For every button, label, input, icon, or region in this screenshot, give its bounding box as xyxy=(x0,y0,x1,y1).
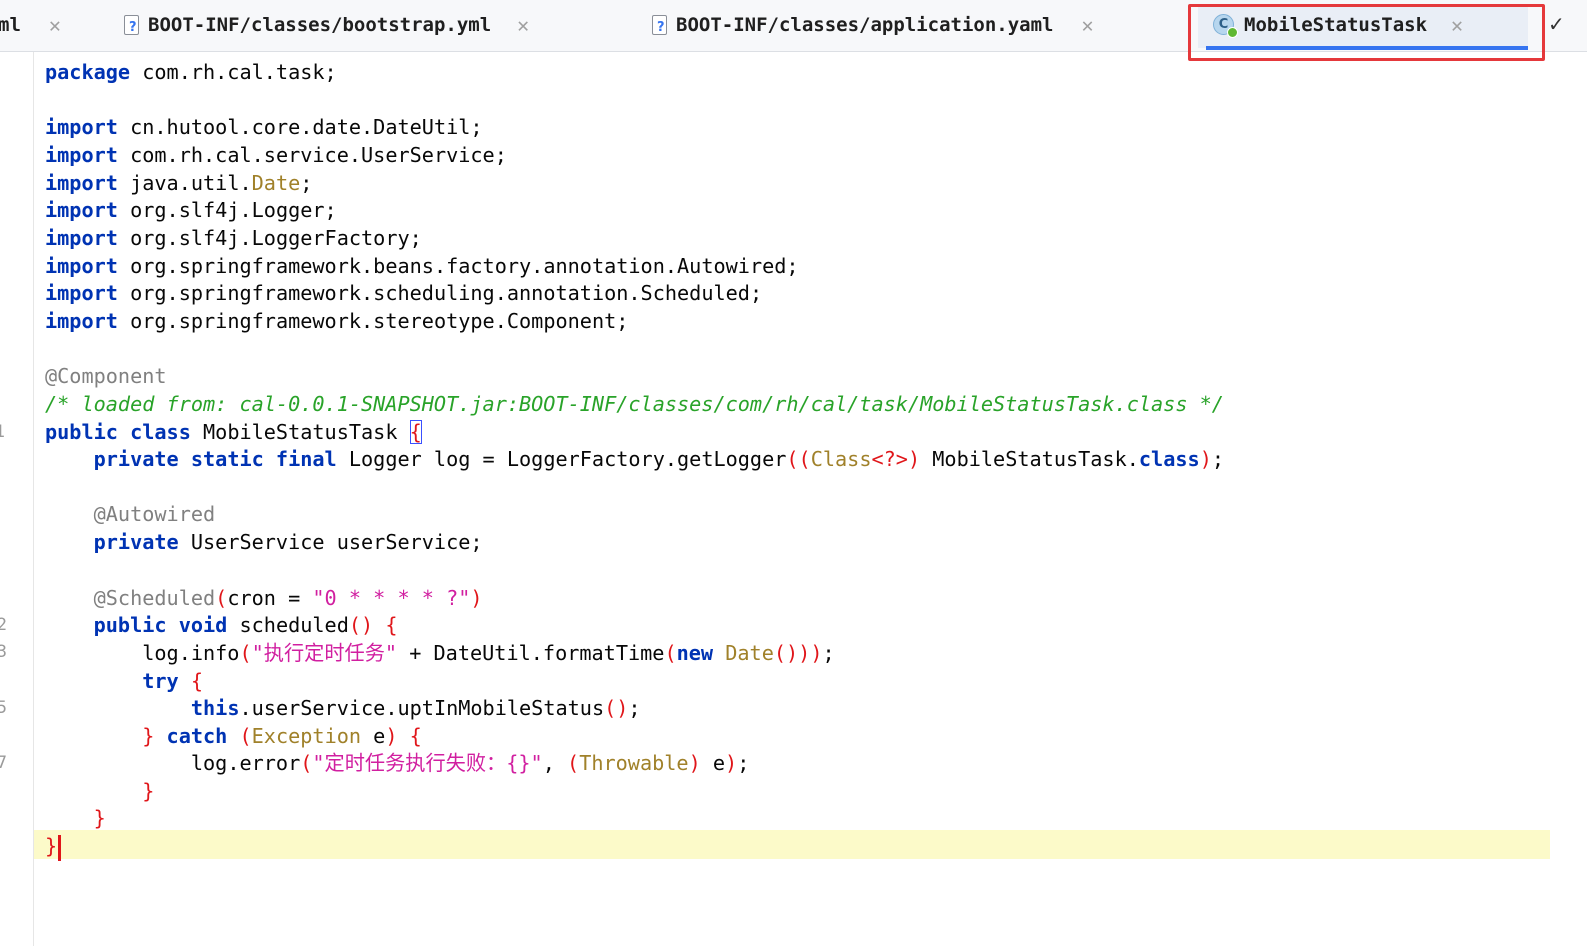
code-line: import org.slf4j.LoggerFactory; xyxy=(45,226,422,250)
unknown-file-icon: ? xyxy=(650,14,668,36)
tab-yml-partial[interactable]: ml ✕ xyxy=(0,0,61,50)
code-line: @Autowired xyxy=(93,502,216,526)
line-number: 3 xyxy=(0,642,7,662)
code-line: /* loaded from: cal-0.0.1-SNAPSHOT.jar:B… xyxy=(45,392,1224,416)
tab-label: ml xyxy=(0,14,21,36)
code-line: public void scheduled() { xyxy=(93,613,398,637)
code-line: } xyxy=(45,832,62,861)
tab-application-yaml[interactable]: ? BOOT-INF/classes/application.yaml ✕ xyxy=(650,0,1094,50)
editor-tab-bar: ml ✕ ? BOOT-INF/classes/bootstrap.yml ✕ … xyxy=(0,0,1587,61)
current-line-highlight xyxy=(34,830,1550,859)
tab-label: BOOT-INF/classes/application.yaml xyxy=(676,14,1054,36)
code-line: import org.springframework.stereotype.Co… xyxy=(45,309,629,333)
text-caret xyxy=(58,834,62,861)
code-line: @Scheduled(cron = "0 * * * * ?") xyxy=(93,586,483,610)
code-line: @Component xyxy=(45,364,167,388)
code-line: log.error("定时任务执行失败：{}", (Throwable) e); xyxy=(190,751,750,775)
line-number: 2 xyxy=(0,615,7,635)
code-line: private static final Logger log = Logger… xyxy=(93,447,1224,471)
code-line: import cn.hutool.core.date.DateUtil; xyxy=(45,115,483,139)
code-line: public class MobileStatusTask { xyxy=(45,420,422,444)
code-line: this.userService.uptInMobileStatus(); xyxy=(190,696,641,720)
code-line: try { xyxy=(142,669,204,693)
editor-scrollbar[interactable] xyxy=(1550,52,1587,946)
chevron-down-icon[interactable]: ✓ xyxy=(1548,12,1565,36)
unknown-file-icon: ? xyxy=(122,14,140,36)
code-line: log.info("执行定时任务" + DateUtil.formatTime(… xyxy=(142,641,835,665)
code-line: private UserService userService; xyxy=(93,530,483,554)
code-line: import org.slf4j.Logger; xyxy=(45,198,337,222)
line-number: 5 xyxy=(0,698,7,718)
line-number: 1 xyxy=(0,422,5,442)
tab-bootstrap-yml[interactable]: ? BOOT-INF/classes/bootstrap.yml ✕ xyxy=(122,0,529,50)
code-line: } xyxy=(142,779,155,803)
close-icon[interactable]: ✕ xyxy=(517,13,529,37)
line-number-gutter: 1 2 3 5 7 xyxy=(0,52,34,946)
code-line: } catch (Exception e) { xyxy=(142,724,422,748)
code-editor[interactable]: package com.rh.cal.task; import cn.hutoo… xyxy=(34,52,1550,946)
code-line: import org.springframework.scheduling.an… xyxy=(45,281,763,305)
close-icon[interactable]: ✕ xyxy=(1082,13,1094,37)
tab-label: BOOT-INF/classes/bootstrap.yml xyxy=(148,14,492,36)
code-line: } xyxy=(93,806,106,830)
line-number: 7 xyxy=(0,753,7,773)
code-line: package com.rh.cal.task; xyxy=(45,60,337,84)
code-line: import com.rh.cal.service.UserService; xyxy=(45,143,507,167)
close-icon[interactable]: ✕ xyxy=(49,13,61,37)
code-line: import org.springframework.beans.factory… xyxy=(45,254,799,278)
code-line: import java.util.Date; xyxy=(45,171,313,195)
